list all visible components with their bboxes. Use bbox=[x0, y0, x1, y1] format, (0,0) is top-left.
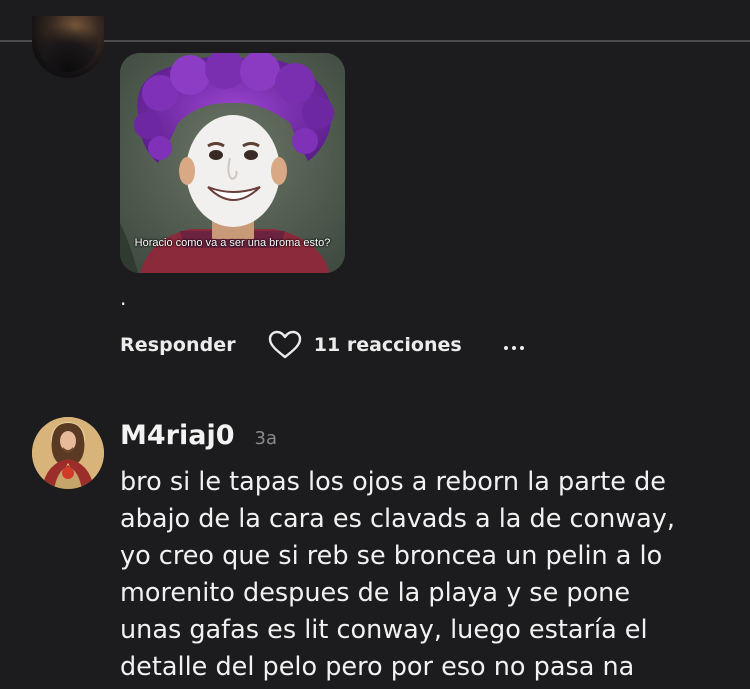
comment-actions: Responder 11 reacciones bbox=[120, 328, 524, 362]
top-bar bbox=[0, 0, 750, 40]
comment-body: bro si le tapas los ojos a reborn la par… bbox=[120, 467, 675, 682]
sacred-heart-avatar-icon[interactable] bbox=[32, 417, 104, 489]
comment-text: . bbox=[120, 286, 127, 310]
timestamp: 3a bbox=[254, 428, 277, 449]
user-avatar-icon[interactable] bbox=[32, 16, 104, 78]
more-options-icon[interactable] bbox=[503, 340, 524, 350]
section-divider bbox=[0, 40, 750, 42]
media-caption: Horacio como va a ser una broma esto? bbox=[134, 237, 331, 249]
reactions-count[interactable]: 11 reacciones bbox=[314, 334, 462, 356]
heart-icon[interactable] bbox=[268, 330, 302, 360]
reply-button[interactable]: Responder bbox=[120, 334, 236, 356]
comment-header: M4riaj0 3a bbox=[120, 420, 277, 451]
comment-media-image[interactable]: Horacio como va a ser una broma esto? bbox=[120, 53, 345, 273]
username[interactable]: M4riaj0 bbox=[120, 420, 235, 451]
